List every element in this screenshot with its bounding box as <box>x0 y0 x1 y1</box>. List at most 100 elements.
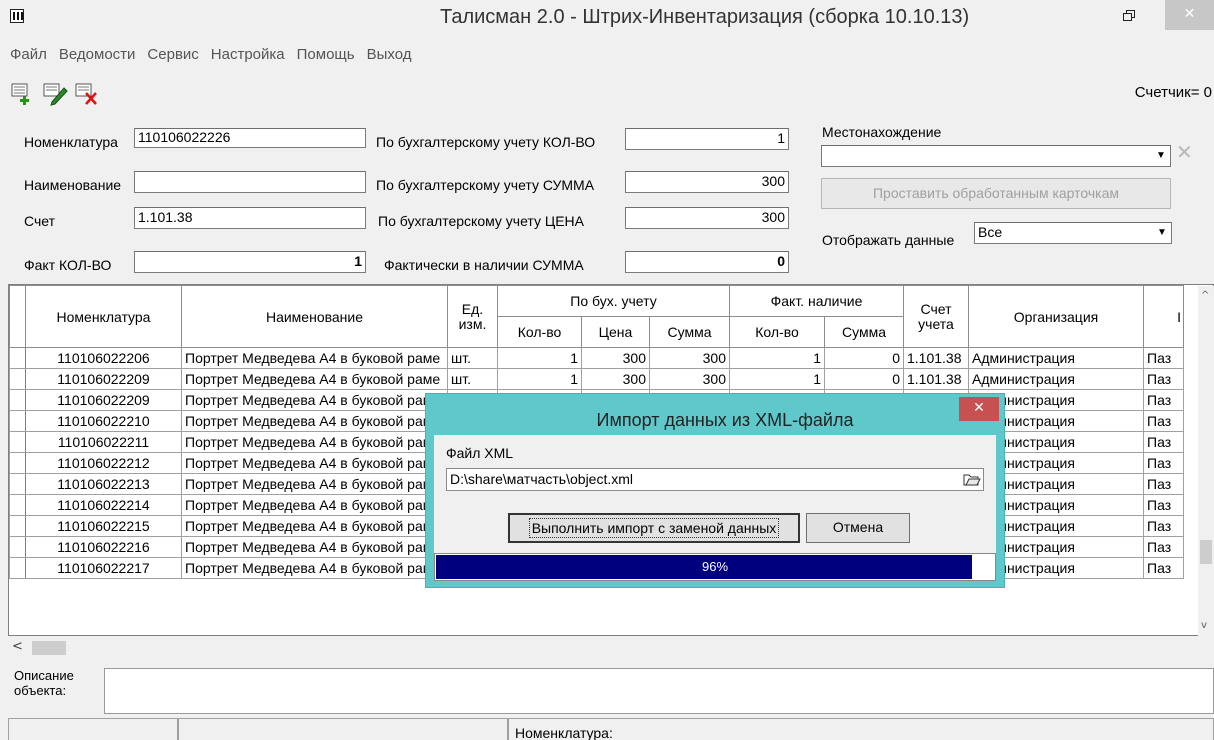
cell-account: 1.101.38 <box>903 347 969 369</box>
horizontal-scrollbar[interactable]: < <box>8 638 1214 658</box>
progress-text: 96% <box>701 559 729 574</box>
apply-to-processed-button[interactable]: Проставить обработанным карточкам <box>821 178 1171 209</box>
col-qty[interactable]: Кол-во <box>497 316 582 348</box>
menu-service[interactable]: Сервис <box>147 46 198 66</box>
xml-file-label: Файл XML <box>446 445 514 461</box>
cell-name: Портрет Медведева А4 в буковой раме <box>181 368 448 390</box>
col-name[interactable]: Наименование <box>181 285 448 348</box>
table-row[interactable]: 110106022209 Портрет Медведева А4 в буков… <box>9 368 1184 390</box>
row-indicator[interactable] <box>9 431 26 453</box>
row-indicator[interactable] <box>9 347 26 369</box>
xml-file-path: D:\share\матчасть\object.xml <box>450 471 634 487</box>
row-indicator[interactable] <box>9 389 26 411</box>
cell-extra: Паз <box>1143 368 1184 390</box>
col-account[interactable]: Счет учета <box>903 285 969 348</box>
fact-sum-field[interactable]: 0 <box>625 251 789 273</box>
cell-name: Портрет Медведева А4 в буковой раме <box>181 431 448 453</box>
cell-name: Портрет Медведева А4 в буковой раме <box>181 515 448 537</box>
col-fact-qty[interactable]: Кол-во <box>729 316 825 348</box>
add-card-icon[interactable] <box>10 82 36 106</box>
row-indicator[interactable] <box>9 557 26 579</box>
acc-sum-field[interactable]: 300 <box>625 171 789 193</box>
row-indicator[interactable] <box>9 473 26 495</box>
dialog-title: Импорт данных из XML-файла <box>596 410 854 430</box>
scroll-left-icon[interactable]: < <box>12 639 23 654</box>
col-fact-sum[interactable]: Сумма <box>824 316 904 348</box>
col-group-accounting: По бух. учету <box>497 285 730 317</box>
cell-extra: Паз <box>1143 347 1184 369</box>
cell-name: Портрет Медведева А4 в буковой раме <box>181 494 448 516</box>
row-indicator[interactable] <box>9 452 26 474</box>
cancel-button[interactable]: Отмена <box>806 513 910 543</box>
row-indicator[interactable] <box>9 368 26 390</box>
cell-extra: Паз <box>1143 389 1184 411</box>
display-data-combo[interactable]: Все ▼ <box>974 222 1172 244</box>
cell-fact-sum: 0 <box>824 368 904 390</box>
nomenclature-label: Номенклатура <box>24 134 118 150</box>
table-row[interactable]: 110106022206 Портрет Медведева А4 в буков… <box>9 347 1184 369</box>
close-button[interactable]: ✕ <box>1165 0 1214 30</box>
cell-extra: Паз <box>1143 536 1184 558</box>
cell-name: Портрет Медведева А4 в буковой раме <box>181 389 448 411</box>
nomenclature-field[interactable]: 110106022226 <box>134 128 366 148</box>
dialog-close-button[interactable]: ✕ <box>959 397 999 421</box>
restore-button[interactable] <box>1118 6 1140 28</box>
cell-fact-qty: 1 <box>729 347 825 369</box>
menu-exit[interactable]: Выход <box>367 46 412 66</box>
row-indicator[interactable] <box>9 410 26 432</box>
acc-qty-label: По бухгалтерскому учету КОЛ-ВО <box>376 134 596 150</box>
clear-location-icon[interactable]: ✕ <box>1176 140 1193 164</box>
col-extra[interactable]: I <box>1143 285 1184 348</box>
chevron-down-icon[interactable]: ▼ <box>1153 147 1169 165</box>
chevron-down-icon[interactable]: ▼ <box>1154 224 1170 242</box>
location-combo[interactable]: ▼ <box>821 145 1171 167</box>
row-indicator[interactable] <box>9 494 26 516</box>
delete-card-icon[interactable] <box>74 82 100 106</box>
cell-nomenclature: 110106022206 <box>25 347 182 369</box>
vertical-scrollbar[interactable]: ^ v <box>1198 286 1214 636</box>
window-title: Талисман 2.0 - Штрих-Инвентаризация (сбо… <box>440 6 970 28</box>
menu-help[interactable]: Помощь <box>297 46 355 66</box>
description-field[interactable] <box>104 668 1214 714</box>
open-folder-icon[interactable] <box>963 471 981 487</box>
status-bar: Номенклатура: <box>0 718 1214 740</box>
row-indicator[interactable] <box>9 536 26 558</box>
col-price[interactable]: Цена <box>581 316 650 348</box>
cell-nomenclature: 110106022212 <box>25 452 182 474</box>
cell-name: Портрет Медведева А4 в буковой раме <box>181 347 448 369</box>
col-nomenclature[interactable]: Номенклатура <box>25 285 182 348</box>
cell-fact-qty: 1 <box>729 368 825 390</box>
description-label-line1: Описание <box>14 668 74 683</box>
acc-price-field[interactable]: 300 <box>625 207 789 229</box>
row-indicator-header <box>9 285 26 348</box>
acc-qty-field[interactable]: 1 <box>625 128 789 150</box>
counter-label: Счетчик= 0 <box>1134 84 1212 101</box>
menu-file[interactable]: Файл <box>10 46 47 66</box>
cell-name: Портрет Медведева А4 в буковой раме <box>181 410 448 432</box>
xml-file-field[interactable]: D:\share\матчасть\object.xml <box>446 468 984 491</box>
scroll-down-icon[interactable]: v <box>1201 620 1207 631</box>
cell-extra: Паз <box>1143 452 1184 474</box>
cell-nomenclature: 110106022209 <box>25 389 182 411</box>
cell-account: 1.101.38 <box>903 368 969 390</box>
col-organization[interactable]: Организация <box>968 285 1144 348</box>
menu-settings[interactable]: Настройка <box>211 46 285 66</box>
cell-nomenclature: 110106022217 <box>25 557 182 579</box>
cell-extra: Паз <box>1143 557 1184 579</box>
fact-qty-field[interactable]: 1 <box>134 251 366 273</box>
col-sum[interactable]: Сумма <box>649 316 730 348</box>
col-unit[interactable]: Ед. изм. <box>447 285 498 348</box>
toolbar <box>10 82 100 106</box>
import-with-replace-button[interactable]: Выполнить импорт с заменой данных <box>508 513 800 543</box>
cell-nomenclature: 110106022209 <box>25 368 182 390</box>
scroll-thumb[interactable] <box>32 641 66 655</box>
account-field[interactable]: 1.101.38 <box>134 207 366 229</box>
name-field[interactable] <box>134 171 366 193</box>
scroll-thumb[interactable] <box>1200 540 1212 564</box>
row-indicator[interactable] <box>9 515 26 537</box>
acc-price-label: По бухгалтерскому учету ЦЕНА <box>378 213 584 229</box>
edit-card-icon[interactable] <box>42 82 68 106</box>
cell-fact-sum: 0 <box>824 347 904 369</box>
scroll-up-icon[interactable]: ^ <box>1201 290 1209 301</box>
menu-statements[interactable]: Ведомости <box>59 46 136 66</box>
